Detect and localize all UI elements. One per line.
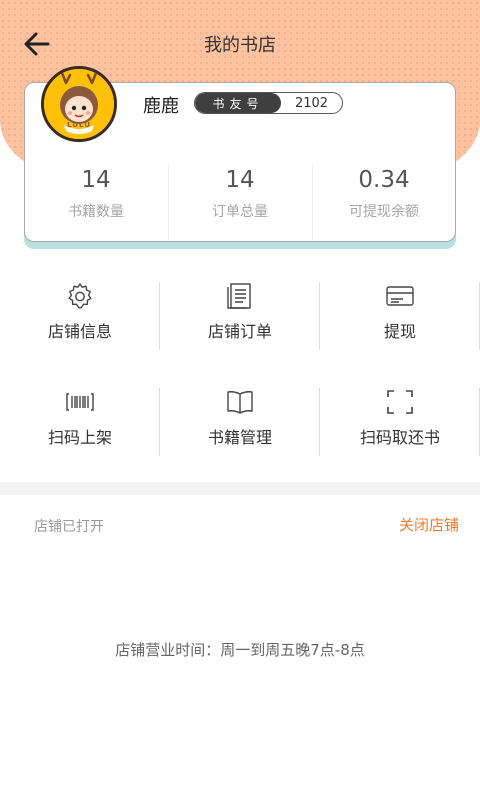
member-badge: 书友号 2102 bbox=[194, 92, 343, 114]
section-divider bbox=[0, 482, 480, 495]
stat-balance[interactable]: 0.34 可提现余额 bbox=[312, 165, 456, 240]
scan-borrow-return-button[interactable]: 扫码取还书 bbox=[320, 388, 480, 456]
page-title: 我的书店 bbox=[204, 35, 276, 56]
scan-frame-icon bbox=[387, 390, 413, 414]
scan-shelve-button[interactable]: 扫码上架 bbox=[0, 388, 160, 456]
shop-orders-button[interactable]: 店铺订单 bbox=[160, 282, 320, 350]
menu-label: 店铺信息 bbox=[47, 322, 112, 341]
menu-label: 书籍管理 bbox=[207, 428, 272, 447]
barcode-icon bbox=[66, 393, 94, 411]
shop-info-button[interactable]: 店铺信息 bbox=[0, 282, 160, 350]
username: 鹿鹿 bbox=[143, 96, 179, 117]
badge-value: 2102 bbox=[294, 95, 329, 111]
menu-row-2: 扫码上架 书籍管理 扫码取还书 bbox=[0, 388, 480, 456]
stat-label: 可提现余额 bbox=[349, 204, 419, 220]
stat-label: 书籍数量 bbox=[68, 204, 124, 220]
book-icon bbox=[227, 391, 253, 414]
menu-label: 店铺订单 bbox=[207, 322, 272, 341]
stat-value: 14 bbox=[81, 167, 111, 193]
stat-label: 订单总量 bbox=[212, 204, 268, 220]
menu-label: 提现 bbox=[383, 322, 416, 341]
close-shop-button[interactable]: 关闭店铺 bbox=[399, 514, 459, 535]
withdraw-button[interactable]: 提现 bbox=[320, 282, 480, 350]
stat-orders[interactable]: 14 订单总量 bbox=[168, 165, 312, 240]
stat-books[interactable]: 14 书籍数量 bbox=[24, 165, 168, 240]
avatar-logo-text: LULU bbox=[67, 121, 91, 129]
top-bar: 我的书店 bbox=[0, 20, 480, 68]
avatar[interactable]: LULU bbox=[41, 66, 117, 142]
menu-label: 扫码上架 bbox=[47, 428, 112, 447]
shop-status: 店铺已打开 bbox=[34, 519, 104, 535]
stat-value: 0.34 bbox=[358, 167, 410, 193]
gear-icon bbox=[68, 283, 92, 309]
document-icon bbox=[227, 283, 251, 309]
stat-value: 14 bbox=[225, 167, 255, 193]
business-hours: 店铺营业时间：周一到周五晚7点-8点 bbox=[115, 641, 365, 659]
book-management-button[interactable]: 书籍管理 bbox=[160, 388, 320, 456]
menu-row-1: 店铺信息 店铺订单 提现 bbox=[0, 282, 480, 350]
menu-label: 扫码取还书 bbox=[359, 428, 440, 447]
card-icon bbox=[386, 286, 414, 306]
stats-row: 14 书籍数量 14 订单总量 0.34 可提现余额 bbox=[24, 165, 456, 240]
badge-label: 书友号 bbox=[195, 93, 281, 113]
